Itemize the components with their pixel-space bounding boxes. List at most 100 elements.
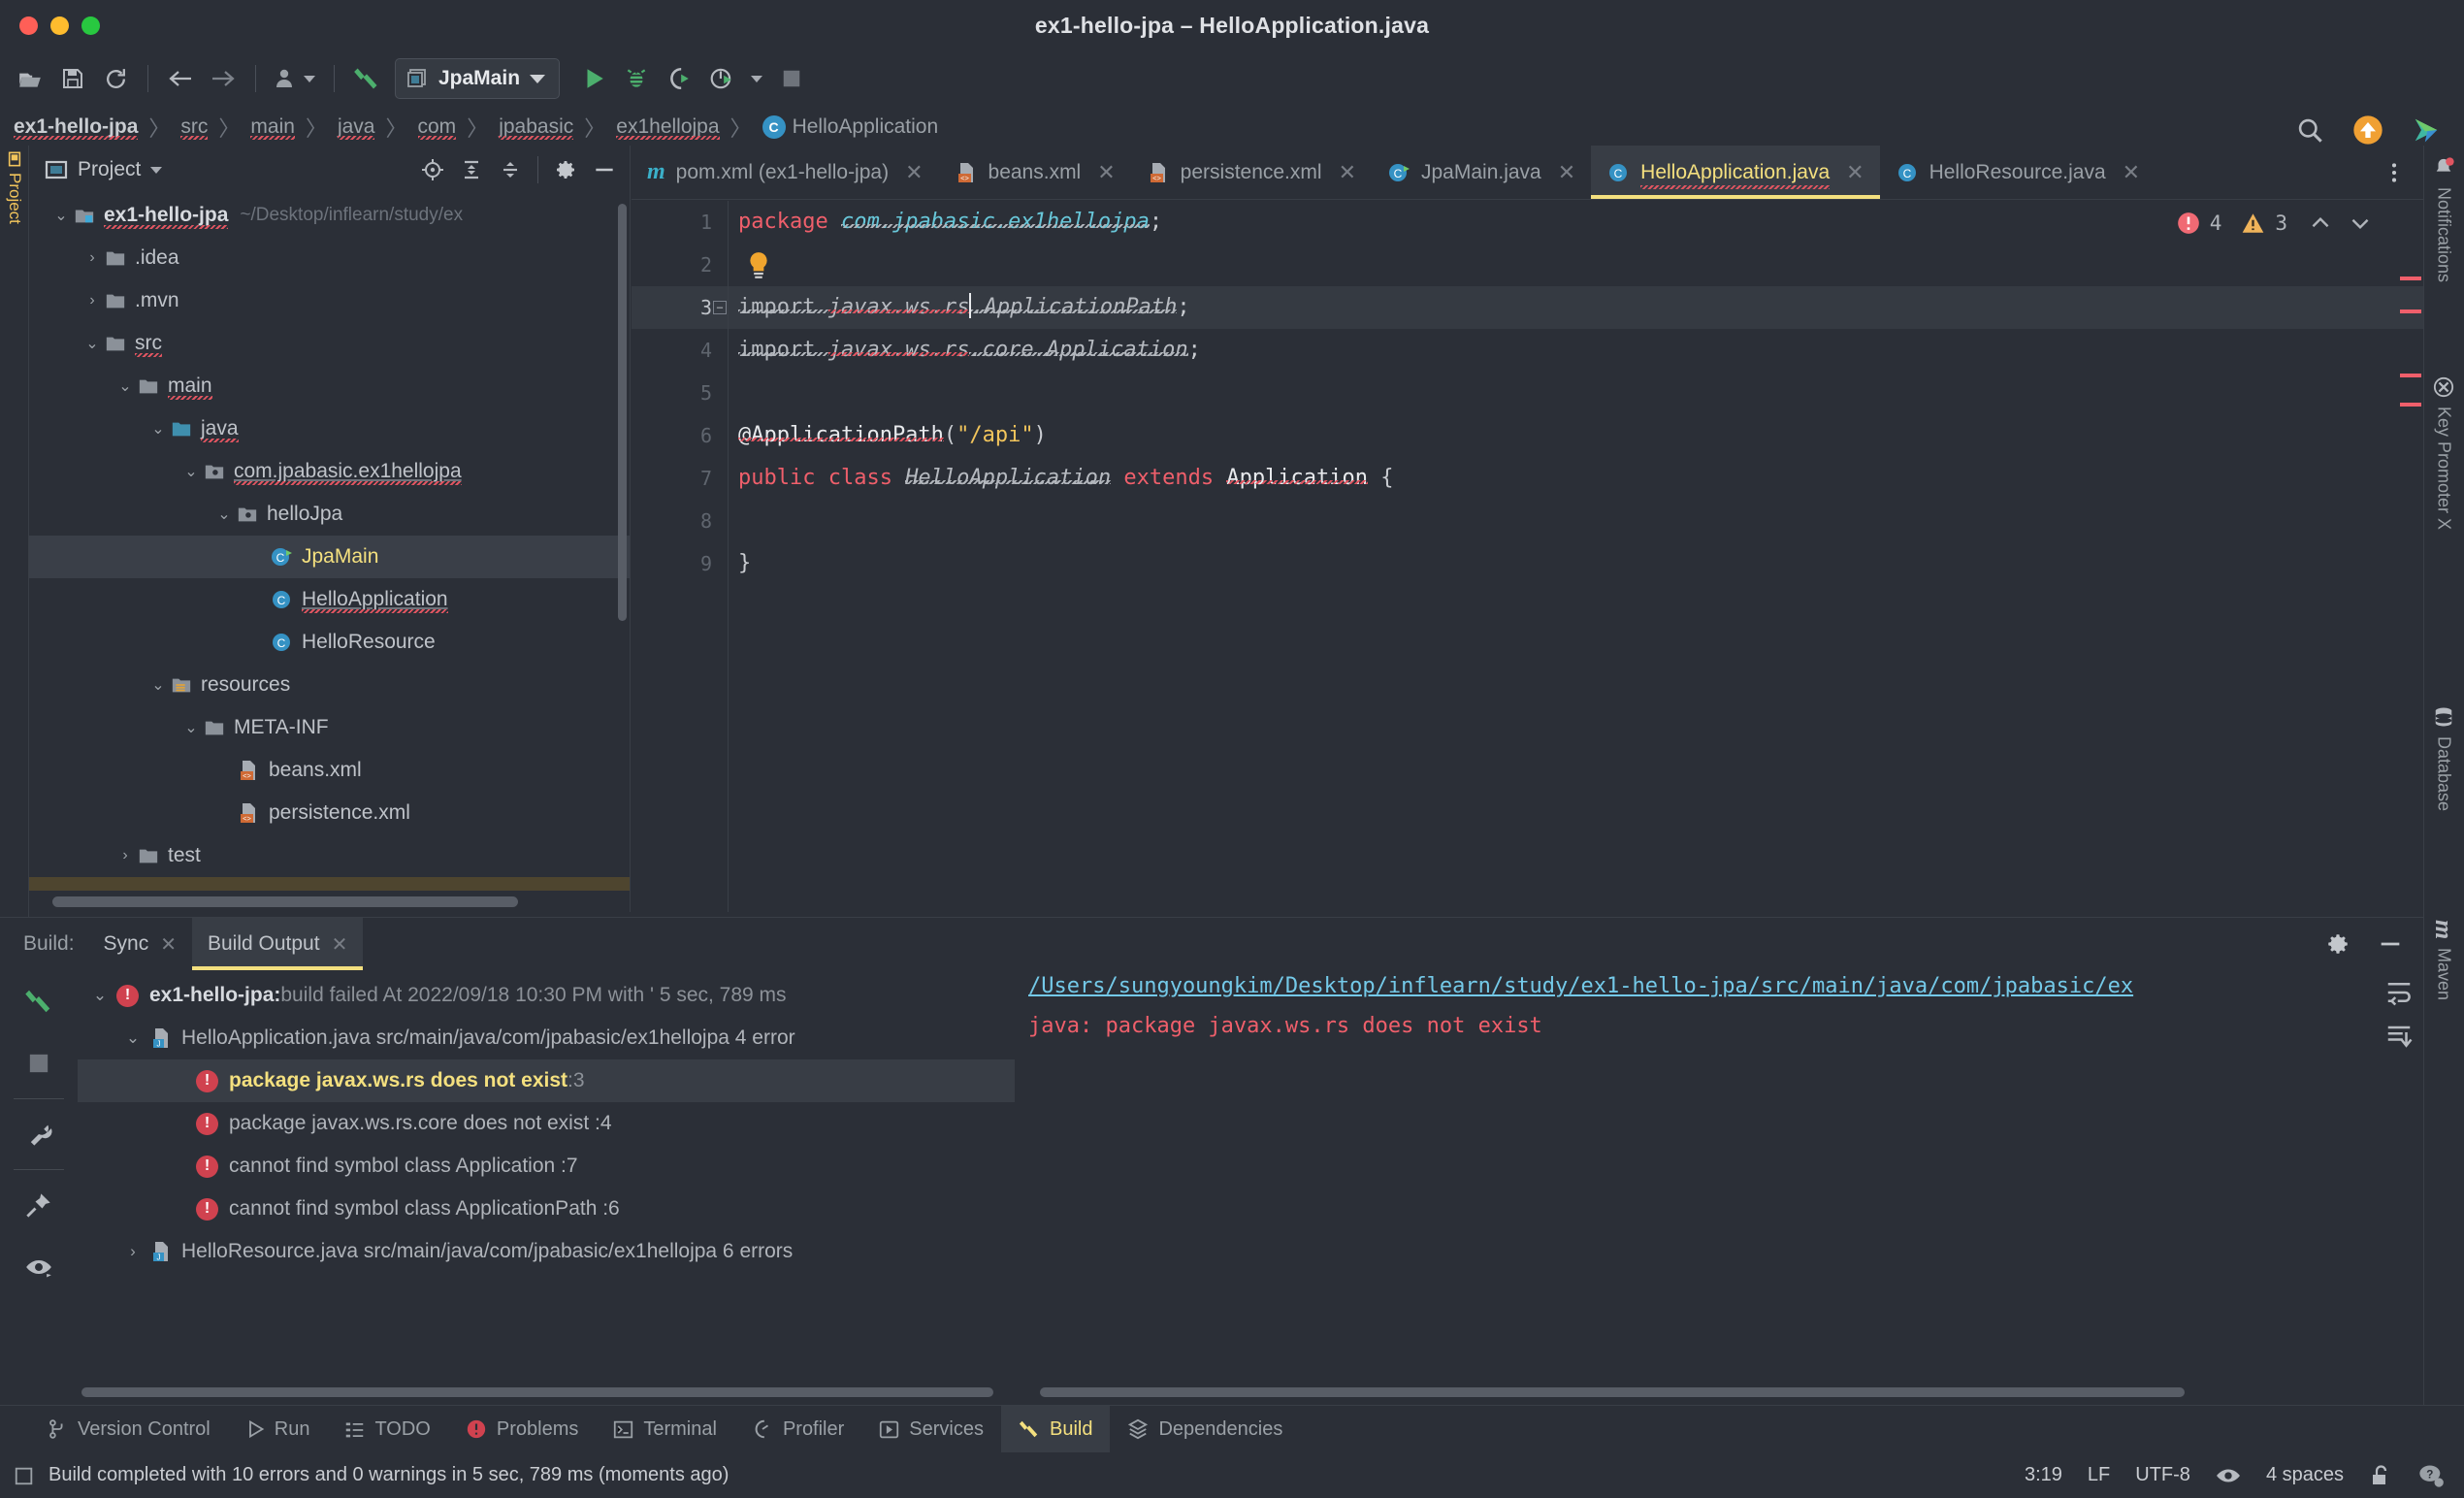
tab-close-icon[interactable]: ✕ (2123, 160, 2140, 185)
next-problem-icon[interactable] (2348, 211, 2373, 236)
breadcrumb-item-5[interactable]: jpabasic (493, 114, 579, 141)
breadcrumb-item-0[interactable]: ex1-hello-jpa (8, 114, 144, 141)
user-dropdown-caret[interactable] (304, 75, 315, 82)
build-row-error-3[interactable]: ! cannot find symbol class ApplicationPa… (78, 1188, 1015, 1230)
tree-item-idea[interactable]: › .idea (29, 237, 630, 279)
ide-help-icon[interactable]: ? (2417, 1462, 2445, 1489)
build-row-summary[interactable]: ⌄ ! ex1-hello-jpa: build failed At 2022/… (78, 974, 1015, 1017)
tree-item-meta-inf[interactable]: ⌄ META-INF (29, 706, 630, 749)
tab-helloapplication-java[interactable]: C HelloApplication.java ✕ (1591, 146, 1880, 199)
twisty-icon[interactable]: ⌄ (178, 718, 204, 737)
build-hammer-icon[interactable] (0, 970, 78, 1032)
hide-minus-icon[interactable] (2373, 927, 2408, 961)
tool-window-profiler[interactable]: Profiler (734, 1406, 861, 1453)
breadcrumb-item-6[interactable]: ex1hellojpa (610, 114, 725, 141)
hide-minus-icon[interactable] (587, 152, 622, 187)
tab-close-icon[interactable]: ✕ (1558, 160, 1575, 185)
project-view-dropdown-caret[interactable] (150, 166, 163, 174)
build-tree-horizontal-scrollbar[interactable] (81, 1387, 993, 1397)
tool-window-todo[interactable]: TODO (327, 1406, 447, 1453)
tab-helloresource-java[interactable]: C HelloResource.java ✕ (1880, 146, 2156, 199)
tool-window-run[interactable]: Run (228, 1406, 328, 1453)
pin-icon[interactable] (0, 1174, 78, 1236)
lock-open-icon[interactable] (2369, 1464, 2392, 1487)
build-hammer-icon[interactable] (346, 58, 387, 99)
file-encoding[interactable]: UTF-8 (2135, 1464, 2190, 1486)
tool-window-dependencies[interactable]: Dependencies (1110, 1406, 1300, 1453)
more-vertical-icon[interactable] (2377, 155, 2412, 190)
tool-window-version-control[interactable]: Version Control (29, 1406, 228, 1453)
sidebar-item-database[interactable]: Database (2423, 699, 2464, 819)
error-stripe-mark[interactable] (2400, 374, 2421, 377)
tree-item-main[interactable]: ⌄ main (29, 365, 630, 407)
tree-item-persistence-xml[interactable]: <> persistence.xml (29, 792, 630, 834)
error-stripe-mark[interactable] (2400, 277, 2421, 280)
tab-persistence-xml[interactable]: <> persistence.xml ✕ (1131, 146, 1372, 199)
twisty-icon[interactable]: › (80, 249, 105, 267)
twisty-icon[interactable]: ⌄ (211, 505, 237, 524)
project-tree[interactable]: ⌄ ex1-hello-jpa ~/Desktop/inflearn/study… (29, 194, 630, 891)
build-tab-close-icon[interactable]: ✕ (160, 932, 177, 957)
build-detail-pane[interactable]: /Users/sungyoungkim/Desktop/inflearn/stu… (1028, 974, 2367, 1372)
twisty-icon[interactable]: ⌄ (49, 206, 74, 225)
build-detail-horizontal-scrollbar[interactable] (1040, 1387, 2185, 1397)
sidebar-item-notifications[interactable]: Notifications (2423, 149, 2464, 290)
tool-window-problems[interactable]: Problems (448, 1406, 596, 1453)
run-config-caret-icon[interactable] (530, 74, 546, 83)
build-row-helloapplication-file[interactable]: ⌄ J HelloApplication.java src/main/java/… (78, 1017, 1015, 1059)
tab-pom-xml[interactable]: m pom.xml (ex1-hello-jpa) ✕ (632, 146, 939, 199)
tree-item-package-com-jpabasic-ex1hellojpa[interactable]: ⌄ com.jpabasic.ex1hellojpa (29, 450, 630, 493)
build-row-error-2[interactable]: ! cannot find symbol class Application :… (78, 1145, 1015, 1188)
twisty-icon[interactable]: ⌄ (113, 376, 138, 396)
twisty-icon[interactable]: › (113, 847, 138, 864)
build-row-error-0[interactable]: ! package javax.ws.rs does not exist :3 (78, 1059, 1015, 1102)
build-detail-path-link[interactable]: /Users/sungyoungkim/Desktop/inflearn/stu… (1028, 974, 2367, 998)
reader-mode-icon[interactable] (2216, 1463, 2241, 1488)
eye-icon[interactable] (0, 1236, 78, 1298)
tree-item-target[interactable]: › target (29, 877, 630, 891)
twisty-icon[interactable]: ⌄ (178, 462, 204, 481)
tree-item-helloapplication[interactable]: C HelloApplication (29, 578, 630, 621)
code-lines[interactable]: package com.jpabasic.ex1hellojpa; import… (729, 201, 2423, 912)
error-stripe-mark[interactable] (2400, 309, 2421, 313)
tree-item-mvn[interactable]: › .mvn (29, 279, 630, 322)
tab-close-icon[interactable]: ✕ (905, 160, 923, 185)
breadcrumb-item-3[interactable]: java (332, 114, 381, 141)
tab-beans-xml[interactable]: <> beans.xml ✕ (939, 146, 1131, 199)
open-folder-icon[interactable] (10, 58, 50, 99)
indent-setting[interactable]: 4 spaces (2266, 1464, 2344, 1486)
tab-close-icon[interactable]: ✕ (1846, 160, 1864, 185)
sidebar-item-project[interactable]: Project (0, 146, 29, 230)
user-avatar-icon[interactable] (268, 58, 322, 99)
caret-position[interactable]: 3:19 (2025, 1464, 2062, 1486)
forward-arrow-icon[interactable] (203, 58, 243, 99)
tool-window-services[interactable]: Services (861, 1406, 1001, 1453)
build-row-helloresource-file[interactable]: › J HelloResource.java src/main/java/com… (78, 1230, 1015, 1273)
breadcrumb-item-2[interactable]: main (244, 114, 301, 141)
soft-wrap-icon[interactable] (2384, 978, 2414, 1007)
run-coverage-icon[interactable] (659, 58, 699, 99)
status-memory-icon[interactable] (14, 1465, 35, 1486)
back-arrow-icon[interactable] (160, 58, 201, 99)
fold-region-icon[interactable]: − (713, 301, 727, 314)
stop-icon[interactable] (0, 1032, 78, 1094)
error-stripe-gutter[interactable] (2398, 201, 2423, 912)
line-separator[interactable]: LF (2088, 1464, 2110, 1486)
breadcrumb-item-1[interactable]: src (175, 114, 213, 141)
tree-item-package-hellojpa[interactable]: ⌄ helloJpa (29, 493, 630, 536)
twisty-icon[interactable]: ⌄ (80, 334, 105, 353)
error-stripe-mark[interactable] (2400, 403, 2421, 407)
project-tree-horizontal-scrollbar[interactable] (52, 896, 518, 907)
inspection-widget[interactable]: 4 3 (2176, 211, 2373, 236)
build-output-tree[interactable]: ⌄ ! ex1-hello-jpa: build failed At 2022/… (78, 974, 1015, 1372)
intention-bulb-icon[interactable] (746, 251, 771, 280)
run-configuration-selector[interactable]: JpaMain (395, 58, 561, 99)
twisty-icon[interactable]: ⌄ (146, 675, 171, 695)
build-tab-build-output[interactable]: Build Output ✕ (191, 918, 364, 970)
tree-item-beans-xml[interactable]: <> beans.xml (29, 749, 630, 792)
locate-icon[interactable] (415, 152, 450, 187)
tool-window-build[interactable]: Build (1001, 1405, 1111, 1453)
profile-icon[interactable] (701, 58, 742, 99)
wrench-icon[interactable] (0, 1103, 78, 1165)
build-tab-sync[interactable]: Sync ✕ (88, 918, 192, 970)
